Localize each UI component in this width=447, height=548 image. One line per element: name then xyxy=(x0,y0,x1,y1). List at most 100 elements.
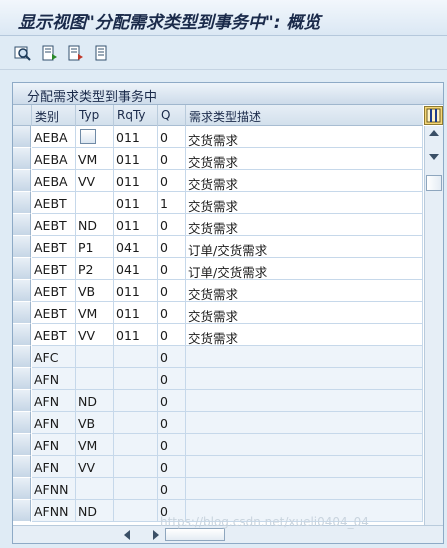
column-header-rqty[interactable]: RqTy xyxy=(114,105,158,126)
table-row[interactable]: AEBA VM 011 0 交货需求 xyxy=(13,148,423,170)
cell-q[interactable]: 0 xyxy=(158,390,186,412)
cell-typ[interactable]: ND xyxy=(76,500,114,522)
cell-rqty[interactable]: 011 xyxy=(114,170,158,192)
scroll-left-icon[interactable] xyxy=(124,530,130,540)
cell-description[interactable] xyxy=(186,412,423,434)
cell-description[interactable]: 交货需求 xyxy=(186,302,423,324)
cell-category[interactable]: AEBT xyxy=(32,258,76,280)
cell-rqty[interactable]: 011 xyxy=(114,324,158,346)
row-selector[interactable] xyxy=(13,192,31,214)
cell-rqty[interactable]: 011 xyxy=(114,192,158,214)
cell-rqty[interactable] xyxy=(114,368,158,390)
cell-description[interactable]: 交货需求 xyxy=(186,148,423,170)
cell-category[interactable]: AFN xyxy=(32,456,76,478)
cell-category[interactable]: AEBT xyxy=(32,324,76,346)
cell-q[interactable]: 0 xyxy=(158,478,186,500)
scroll-up-icon[interactable] xyxy=(429,130,439,136)
column-header-description[interactable]: 需求类型描述 xyxy=(186,105,423,126)
column-header-q[interactable]: Q xyxy=(158,105,186,126)
vertical-scroll-thumb[interactable] xyxy=(426,175,442,191)
table-row[interactable]: AEBT VM 011 0 交货需求 xyxy=(13,302,423,324)
row-selector[interactable] xyxy=(13,148,31,170)
cell-q[interactable]: 0 xyxy=(158,258,186,280)
cell-q[interactable]: 0 xyxy=(158,412,186,434)
table-row[interactable]: AEBT P1 041 0 订单/交货需求 xyxy=(13,236,423,258)
horizontal-scroll-thumb[interactable] xyxy=(165,528,225,541)
cell-typ[interactable] xyxy=(76,478,114,500)
cell-category[interactable]: AFC xyxy=(32,346,76,368)
cell-description[interactable] xyxy=(186,368,423,390)
cell-rqty[interactable]: 041 xyxy=(114,258,158,280)
cell-q[interactable]: 0 xyxy=(158,434,186,456)
cell-description[interactable] xyxy=(186,346,423,368)
cell-description[interactable] xyxy=(186,478,423,500)
cell-typ[interactable]: VB xyxy=(76,280,114,302)
table-row[interactable]: AFN 0 xyxy=(13,368,423,390)
cell-category[interactable]: AEBT xyxy=(32,192,76,214)
cell-typ[interactable]: P2 xyxy=(76,258,114,280)
cell-rqty[interactable]: 011 xyxy=(114,280,158,302)
row-selector[interactable] xyxy=(13,478,31,500)
cell-rqty[interactable]: 011 xyxy=(114,214,158,236)
cell-typ[interactable]: VM xyxy=(76,148,114,170)
row-selector[interactable] xyxy=(13,258,31,280)
cell-description[interactable]: 交货需求 xyxy=(186,324,423,346)
table-row[interactable]: AFN VM 0 xyxy=(13,434,423,456)
cell-description[interactable]: 交货需求 xyxy=(186,126,423,148)
table-layout-icon[interactable] xyxy=(424,106,443,125)
cell-q[interactable]: 0 xyxy=(158,324,186,346)
cell-q[interactable]: 0 xyxy=(158,456,186,478)
cell-category[interactable]: AEBT xyxy=(32,302,76,324)
cell-typ[interactable] xyxy=(76,346,114,368)
cell-category[interactable]: AEBT xyxy=(32,236,76,258)
save-layout-icon[interactable] xyxy=(41,45,59,61)
column-header-typ[interactable]: Typ xyxy=(76,105,114,126)
cell-q[interactable]: 0 xyxy=(158,148,186,170)
table-row[interactable]: AFNN 0 xyxy=(13,478,423,500)
table-row[interactable]: AEBT VB 011 0 交货需求 xyxy=(13,280,423,302)
cell-rqty[interactable] xyxy=(114,412,158,434)
cell-description[interactable] xyxy=(186,434,423,456)
table-row[interactable]: AFN ND 0 xyxy=(13,390,423,412)
cell-typ[interactable] xyxy=(76,192,114,214)
table-row[interactable]: AFC 0 xyxy=(13,346,423,368)
cell-category[interactable]: AFN xyxy=(32,390,76,412)
cell-category[interactable]: AEBT xyxy=(32,214,76,236)
cell-q[interactable]: 0 xyxy=(158,170,186,192)
row-selector[interactable] xyxy=(13,500,31,522)
cell-description[interactable] xyxy=(186,456,423,478)
cell-rqty[interactable]: 011 xyxy=(114,126,158,148)
table-row[interactable]: AEBT ND 011 0 交货需求 xyxy=(13,214,423,236)
table-row[interactable]: AEBT 011 1 交货需求 xyxy=(13,192,423,214)
cell-description[interactable]: 交货需求 xyxy=(186,170,423,192)
cell-rqty[interactable] xyxy=(114,478,158,500)
details-icon[interactable] xyxy=(14,45,32,61)
cell-description[interactable]: 订单/交货需求 xyxy=(186,258,423,280)
table-row[interactable]: AEBT P2 041 0 订单/交货需求 xyxy=(13,258,423,280)
cell-description[interactable] xyxy=(186,390,423,412)
column-header-category[interactable]: 类别 xyxy=(32,105,76,126)
export-icon[interactable] xyxy=(67,45,85,61)
cell-typ[interactable]: ND xyxy=(76,390,114,412)
table-row[interactable]: AEBA 011 0 交货需求 xyxy=(13,126,423,148)
row-selector[interactable] xyxy=(13,346,31,368)
cell-description[interactable]: 交货需求 xyxy=(186,192,423,214)
cell-category[interactable]: AFN xyxy=(32,412,76,434)
cell-rqty[interactable]: 041 xyxy=(114,236,158,258)
cell-typ[interactable] xyxy=(76,126,114,148)
cell-category[interactable]: AFNN xyxy=(32,500,76,522)
cell-typ[interactable] xyxy=(76,368,114,390)
cell-description[interactable]: 订单/交货需求 xyxy=(186,236,423,258)
table-row[interactable]: AFN VB 0 xyxy=(13,412,423,434)
cell-description[interactable]: 交货需求 xyxy=(186,280,423,302)
cell-rqty[interactable] xyxy=(114,434,158,456)
cell-q[interactable]: 0 xyxy=(158,302,186,324)
table-row[interactable]: AEBT VV 011 0 交货需求 xyxy=(13,324,423,346)
cell-typ[interactable]: VM xyxy=(76,434,114,456)
cell-description[interactable]: 交货需求 xyxy=(186,214,423,236)
value-help-icon[interactable] xyxy=(80,129,96,144)
cell-rqty[interactable]: 011 xyxy=(114,148,158,170)
cell-rqty[interactable] xyxy=(114,456,158,478)
cell-category[interactable]: AFN xyxy=(32,368,76,390)
cell-q[interactable]: 0 xyxy=(158,346,186,368)
